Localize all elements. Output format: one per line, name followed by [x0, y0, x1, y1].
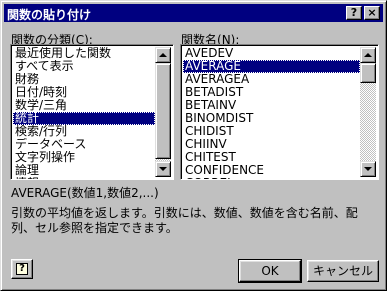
scroll-up-button[interactable]	[155, 47, 171, 63]
arrow-down-icon	[159, 167, 167, 171]
category-item[interactable]: 検索/行列	[13, 125, 155, 138]
help-icon: ?	[16, 263, 28, 275]
function-item[interactable]: CONFIDENCE	[183, 164, 360, 177]
arrow-up-icon	[364, 53, 372, 57]
function-scrollbar[interactable]	[360, 47, 376, 177]
scroll-down-button[interactable]	[360, 161, 376, 177]
scroll-down-button[interactable]	[155, 161, 171, 177]
close-button[interactable]: ×	[364, 6, 380, 20]
scroll-up-button[interactable]	[360, 47, 376, 63]
category-item[interactable]: 日付/時刻	[13, 86, 155, 99]
category-item[interactable]: データベース	[13, 138, 155, 151]
function-item[interactable]: CHITEST	[183, 151, 360, 164]
function-item[interactable]: BETADIST	[183, 86, 360, 99]
function-list: AVEDEV AVERAGE AVERAGEA BETADIST BETAINV BINO…	[183, 47, 360, 179]
category-item[interactable]: 情報	[13, 177, 155, 179]
category-item[interactable]: 数学/三角	[13, 99, 155, 112]
category-item[interactable]: すべて表示	[13, 60, 155, 73]
arrow-up-icon	[159, 53, 167, 57]
function-item[interactable]: AVERAGEA	[183, 73, 360, 86]
function-item[interactable]: CHIDIST	[183, 125, 360, 138]
title-bar[interactable]: 関数の貼り付け ? ×	[4, 4, 383, 22]
dialog-title: 関数の貼り付け	[7, 8, 92, 22]
title-help-button[interactable]: ?	[346, 6, 362, 20]
help-button[interactable]: ?	[11, 259, 33, 279]
function-description: 引数の平均値を返します。引数には、数値、数値を含む名前、配列、セル参照を指定でき…	[11, 206, 358, 235]
category-listbox[interactable]: 最近使用した関数 すべて表示 財務 日付/時刻 数学/三角 統計 検索/行列 データベース 文字…	[10, 44, 174, 180]
function-syntax: AVERAGE(数値1,数値2,...)	[11, 186, 159, 200]
category-list: 最近使用した関数 すべて表示 財務 日付/時刻 数学/三角 統計 検索/行列 データベース 文字…	[13, 47, 155, 179]
function-item[interactable]: BINOMDIST	[183, 112, 360, 125]
paste-function-dialog: 関数の貼り付け ? × 関数の分類(C): 関数名(N): 最近使用した関数 すべ…	[0, 0, 387, 291]
function-item[interactable]: CHIINV	[183, 138, 360, 151]
function-item[interactable]: AVEDEV	[183, 47, 360, 60]
ok-button[interactable]: OK	[238, 259, 302, 283]
category-item[interactable]: 統計	[13, 112, 155, 125]
function-item[interactable]: AVERAGE	[183, 60, 360, 73]
category-scrollbar[interactable]	[155, 47, 171, 177]
scroll-thumb[interactable]	[360, 63, 376, 83]
function-item[interactable]: BETAINV	[183, 99, 360, 112]
category-item[interactable]: 財務	[13, 73, 155, 86]
category-item[interactable]: 最近使用した関数	[13, 47, 155, 60]
arrow-down-icon	[364, 167, 372, 171]
category-item[interactable]: 文字列操作	[13, 151, 155, 164]
scroll-thumb[interactable]	[155, 63, 171, 159]
function-item[interactable]: CORREL	[183, 177, 360, 179]
function-listbox[interactable]: AVEDEV AVERAGE AVERAGEA BETADIST BETAINV BINO…	[180, 44, 379, 180]
cancel-button[interactable]: キャンセル	[307, 260, 379, 282]
category-item[interactable]: 論理	[13, 164, 155, 177]
